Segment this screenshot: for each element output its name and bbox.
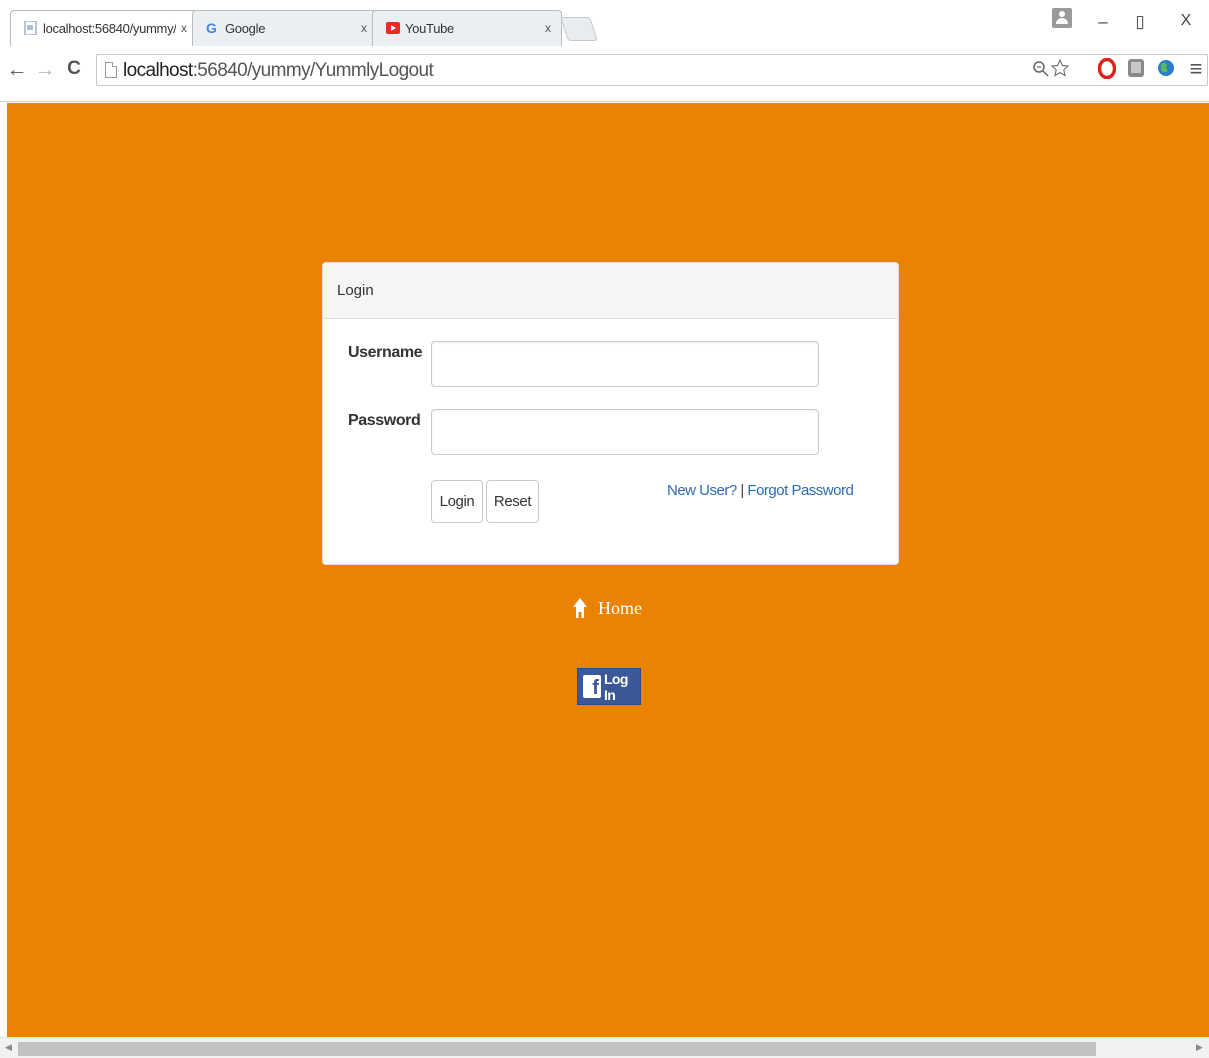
globe-extension-icon[interactable]: [1156, 58, 1176, 78]
facebook-login-button[interactable]: f Log In: [577, 668, 641, 705]
page-icon: [105, 62, 117, 78]
profile-icon[interactable]: [1052, 8, 1072, 28]
browser-toolbar: ← → C localhost:56840/yummy/YummlyLogout…: [0, 46, 1209, 102]
scrollbar-thumb[interactable]: [18, 1042, 1096, 1056]
login-panel-heading: Login: [323, 263, 898, 319]
link-separator: |: [736, 482, 748, 499]
tab-close-icon[interactable]: x: [356, 21, 372, 35]
tab-close-icon[interactable]: x: [540, 21, 556, 35]
login-button[interactable]: Login: [431, 480, 483, 523]
opera-extension-icon[interactable]: [1098, 58, 1116, 79]
home-link[interactable]: Home: [572, 597, 642, 619]
bookmark-star-icon[interactable]: [1050, 58, 1070, 78]
page-favicon-icon: [24, 21, 37, 35]
extension-icon[interactable]: [1126, 58, 1146, 78]
youtube-icon: [386, 22, 400, 34]
minimize-button[interactable]: –: [1094, 12, 1112, 32]
scroll-left-icon[interactable]: ◀: [5, 1042, 12, 1053]
tab-youtube[interactable]: YouTube x: [372, 10, 562, 46]
page-viewport: Login Username Password Login Reset New …: [7, 103, 1209, 1037]
facebook-icon: f: [583, 675, 601, 698]
tab-google[interactable]: G Google x: [192, 10, 378, 46]
browser-titlebar: localhost:56840/yummy/Y x G Google x You…: [0, 0, 1209, 46]
password-input[interactable]: [431, 409, 819, 455]
username-input[interactable]: [431, 341, 819, 387]
new-user-link[interactable]: New User?: [667, 482, 737, 499]
tab-title: YouTube: [405, 20, 454, 36]
menu-icon[interactable]: ≡: [1185, 56, 1207, 82]
username-label: Username: [348, 344, 423, 361]
home-icon: [573, 598, 587, 618]
account-links: New User? | Forgot Password: [667, 482, 854, 499]
window-close-button[interactable]: X: [1177, 12, 1195, 30]
google-g-icon: G: [206, 21, 217, 35]
url-text[interactable]: localhost:56840/yummy/YummlyLogout: [123, 60, 434, 82]
home-link-label: Home: [598, 597, 642, 618]
tab-title: localhost:56840/yummy/Y: [43, 20, 176, 36]
tab-localhost[interactable]: localhost:56840/yummy/Y x: [10, 10, 198, 46]
horizontal-scrollbar[interactable]: ◀ ▶: [0, 1037, 1209, 1058]
svg-text:G: G: [206, 21, 217, 35]
login-panel: Login Username Password Login Reset New …: [322, 262, 899, 565]
reset-button[interactable]: Reset: [486, 480, 539, 523]
restore-button[interactable]: ▯: [1131, 12, 1149, 32]
reload-icon[interactable]: C: [63, 58, 85, 80]
forward-arrow-icon[interactable]: →: [34, 58, 56, 82]
zoom-icon[interactable]: [1032, 60, 1050, 78]
password-label: Password: [348, 412, 421, 429]
facebook-login-label: Log In: [603, 670, 628, 703]
tab-close-icon[interactable]: x: [176, 21, 192, 35]
back-arrow-icon[interactable]: ←: [6, 58, 28, 82]
new-tab-button[interactable]: [560, 17, 598, 41]
forgot-password-link[interactable]: Forgot Password: [747, 482, 853, 499]
scroll-right-icon[interactable]: ▶: [1196, 1042, 1203, 1053]
tab-title: Google: [225, 20, 266, 36]
